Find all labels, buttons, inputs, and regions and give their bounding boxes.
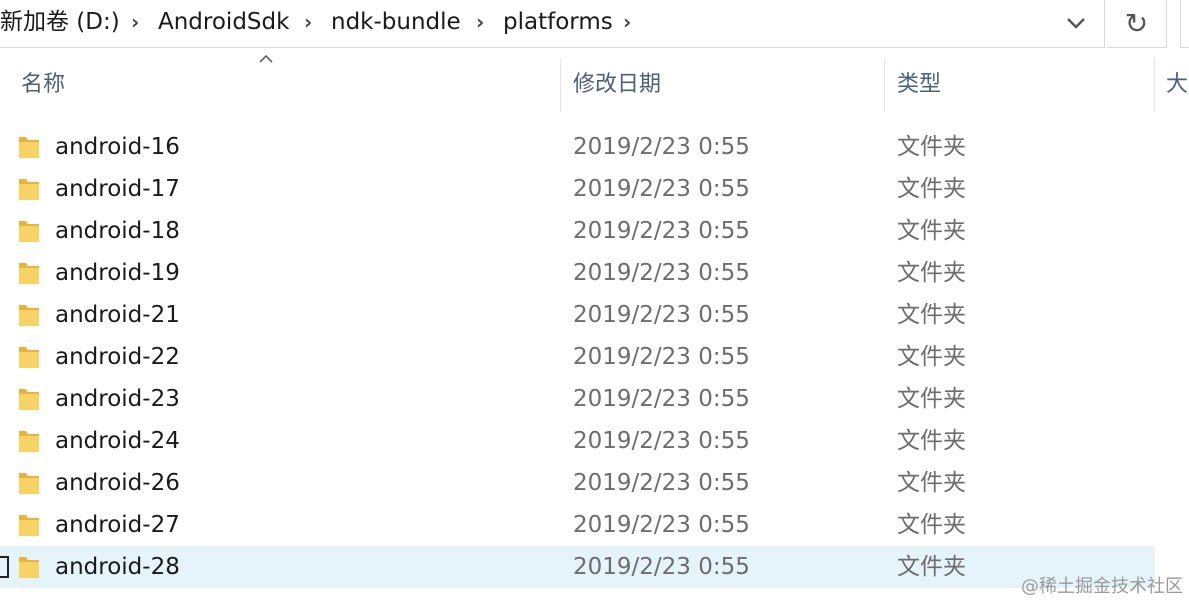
folder-icon: [18, 218, 40, 244]
file-modified-date: 2019/2/23 0:55: [573, 134, 750, 160]
file-row[interactable]: android-19 2019/2/23 0:55 文件夹: [0, 252, 1155, 294]
file-row[interactable]: android-28 2019/2/23 0:55 文件夹: [0, 546, 1155, 588]
folder-icon: [18, 260, 40, 286]
breadcrumb-ndk-bundle[interactable]: ndk-bundle: [331, 7, 461, 37]
file-modified-date: 2019/2/23 0:55: [573, 260, 750, 286]
file-explorer-window: 新加卷 (D:) › AndroidSdk › ndk-bundle › pla…: [0, 0, 1189, 602]
file-modified-date: 2019/2/23 0:55: [573, 218, 750, 244]
file-name: android-17: [55, 176, 180, 202]
file-type: 文件夹: [897, 302, 966, 328]
file-name: android-18: [55, 218, 180, 244]
file-row[interactable]: android-16 2019/2/23 0:55 文件夹: [0, 126, 1155, 168]
file-row[interactable]: android-22 2019/2/23 0:55 文件夹: [0, 336, 1155, 378]
folder-icon: [18, 176, 40, 202]
sort-ascending-icon: [259, 54, 273, 63]
file-modified-date: 2019/2/23 0:55: [573, 428, 750, 454]
chevron-right-icon[interactable]: ›: [304, 7, 312, 37]
file-row[interactable]: android-26 2019/2/23 0:55 文件夹: [0, 462, 1155, 504]
file-row[interactable]: android-18 2019/2/23 0:55 文件夹: [0, 210, 1155, 252]
file-type: 文件夹: [897, 554, 966, 580]
file-modified-date: 2019/2/23 0:55: [573, 176, 750, 202]
file-row[interactable]: android-23 2019/2/23 0:55 文件夹: [0, 378, 1155, 420]
file-name: android-23: [55, 386, 180, 412]
folder-icon: [18, 428, 40, 454]
breadcrumb-androidsdk[interactable]: AndroidSdk: [158, 7, 289, 37]
refresh-icon: ↻: [1124, 7, 1149, 40]
breadcrumb-platforms[interactable]: platforms: [503, 7, 613, 37]
refresh-button[interactable]: ↻: [1107, 0, 1167, 48]
folder-icon: [18, 512, 40, 538]
file-name: android-27: [55, 512, 180, 538]
file-modified-date: 2019/2/23 0:55: [573, 344, 750, 370]
column-divider[interactable]: [884, 58, 885, 112]
folder-icon: [18, 470, 40, 496]
chevron-down-icon: [1067, 18, 1085, 29]
file-modified-date: 2019/2/23 0:55: [573, 512, 750, 538]
address-history-dropdown-button[interactable]: [1052, 0, 1100, 46]
folder-icon: [18, 554, 40, 580]
file-name: android-21: [55, 302, 180, 328]
address-bar-row: 新加卷 (D:) › AndroidSdk › ndk-bundle › pla…: [0, 0, 1189, 50]
folder-icon: [18, 302, 40, 328]
file-modified-date: 2019/2/23 0:55: [573, 470, 750, 496]
selection-checkbox[interactable]: [0, 556, 9, 578]
folder-icon: [18, 386, 40, 412]
file-modified-date: 2019/2/23 0:55: [573, 554, 750, 580]
file-name: android-22: [55, 344, 180, 370]
column-divider[interactable]: [1154, 58, 1155, 112]
file-row[interactable]: android-27 2019/2/23 0:55 文件夹: [0, 504, 1155, 546]
column-header-date[interactable]: 修改日期: [573, 58, 661, 112]
column-header-name[interactable]: 名称: [21, 58, 65, 112]
file-modified-date: 2019/2/23 0:55: [573, 386, 750, 412]
file-type: 文件夹: [897, 344, 966, 370]
file-name: android-28: [55, 554, 180, 580]
column-header-size[interactable]: 大: [1166, 58, 1188, 112]
watermark: @稀土掘金技术社区: [1021, 576, 1183, 597]
file-type: 文件夹: [897, 386, 966, 412]
file-name: android-19: [55, 260, 180, 286]
file-name: android-24: [55, 428, 180, 454]
folder-icon: [18, 134, 40, 160]
file-name: android-16: [55, 134, 180, 160]
file-row[interactable]: android-17 2019/2/23 0:55 文件夹: [0, 168, 1155, 210]
folder-icon: [18, 344, 40, 370]
file-type: 文件夹: [897, 260, 966, 286]
file-type: 文件夹: [897, 512, 966, 538]
file-row[interactable]: android-24 2019/2/23 0:55 文件夹: [0, 420, 1155, 462]
file-row[interactable]: android-21 2019/2/23 0:55 文件夹: [0, 294, 1155, 336]
search-box[interactable]: [1180, 0, 1189, 48]
address-bar[interactable]: 新加卷 (D:) › AndroidSdk › ndk-bundle › pla…: [0, 0, 1105, 48]
file-type: 文件夹: [897, 428, 966, 454]
chevron-right-icon[interactable]: ›: [476, 7, 484, 37]
file-list: android-16 2019/2/23 0:55 文件夹 android-17 201…: [0, 126, 1189, 588]
file-name: android-26: [55, 470, 180, 496]
file-type: 文件夹: [897, 470, 966, 496]
column-header-type[interactable]: 类型: [897, 58, 941, 112]
file-type: 文件夹: [897, 218, 966, 244]
chevron-right-icon[interactable]: ›: [623, 7, 631, 37]
file-modified-date: 2019/2/23 0:55: [573, 302, 750, 328]
breadcrumb-drive[interactable]: 新加卷 (D:): [0, 7, 120, 37]
column-headers: 名称 修改日期 类型 大: [0, 58, 1189, 112]
file-type: 文件夹: [897, 176, 966, 202]
column-divider[interactable]: [560, 58, 561, 112]
chevron-right-icon[interactable]: ›: [131, 7, 139, 37]
file-type: 文件夹: [897, 134, 966, 160]
